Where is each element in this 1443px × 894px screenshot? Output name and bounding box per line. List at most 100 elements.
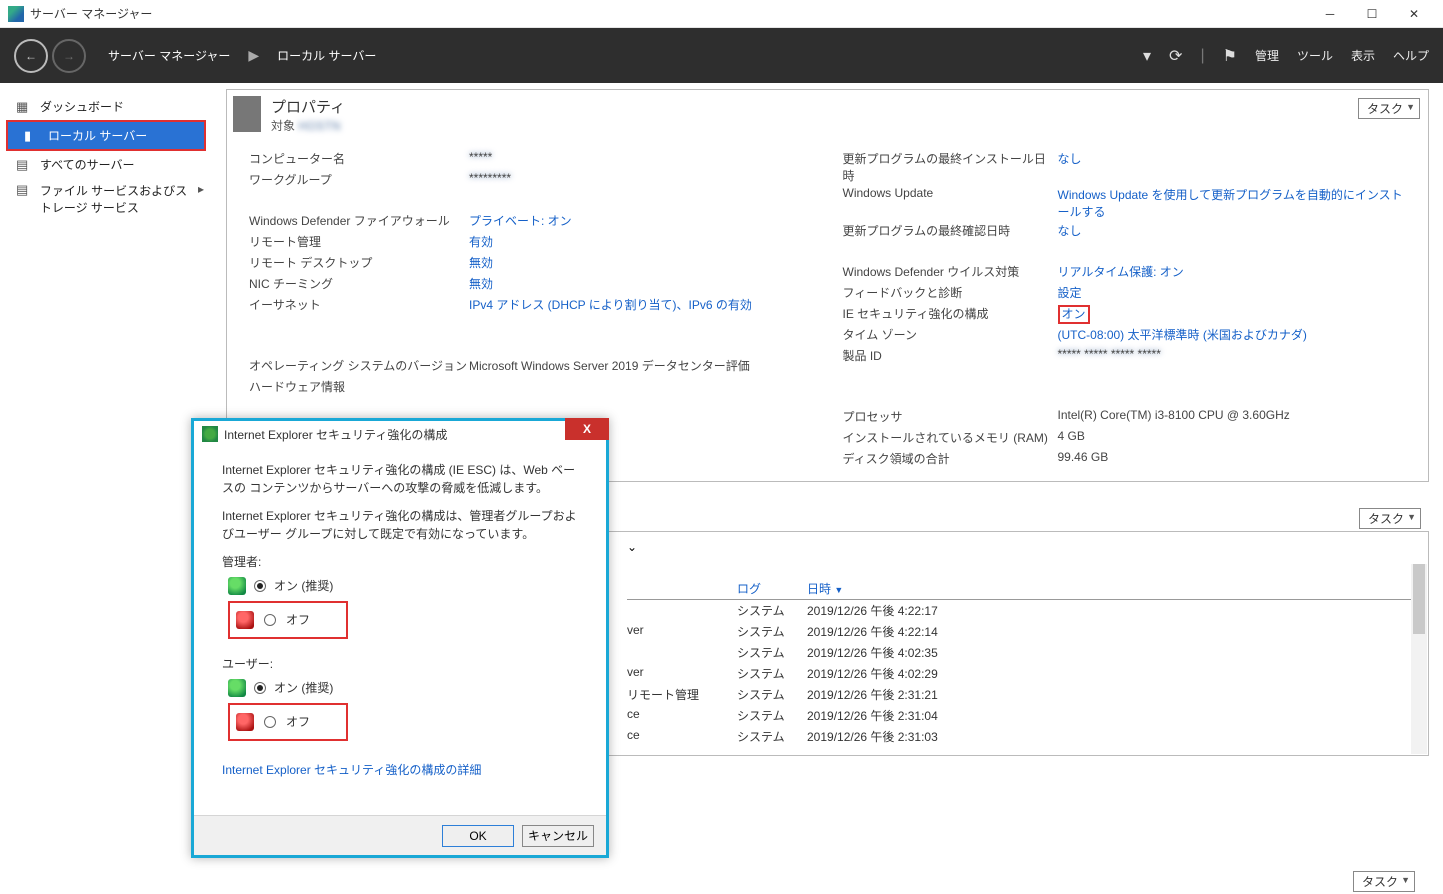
event-row[interactable]: システム2019/12/26 午後 4:22:17 <box>627 600 1416 621</box>
property-value[interactable]: 設定 <box>1058 284 1407 303</box>
property-value[interactable]: 無効 <box>469 254 813 273</box>
sidebar-item-local-server[interactable]: ▮ローカル サーバー <box>8 122 204 149</box>
menu-manage[interactable]: 管理 <box>1255 47 1279 64</box>
tasks-dropdown-events[interactable]: タスク <box>1359 508 1421 529</box>
event-row[interactable]: verシステム2019/12/26 午後 4:22:14 <box>627 621 1416 642</box>
property-row: 製品 ID***** ***** ***** ***** <box>843 347 1407 366</box>
property-value[interactable]: 有効 <box>469 233 813 252</box>
property-value: Microsoft Windows Server 2019 データセンター評価 <box>469 357 813 376</box>
property-label: 更新プログラムの最終確認日時 <box>843 222 1058 241</box>
close-button[interactable]: ✕ <box>1393 1 1435 27</box>
property-label: ハードウェア情報 <box>249 378 469 397</box>
tasks-dropdown[interactable]: タスク <box>1358 98 1420 119</box>
property-label: NIC チーミング <box>249 275 469 294</box>
property-row: リモート管理有効 <box>249 233 813 252</box>
dialog-text-1: Internet Explorer セキュリティ強化の構成 (IE ESC) は… <box>222 461 586 497</box>
event-row[interactable]: verシステム2019/12/26 午後 4:02:29 <box>627 663 1416 684</box>
property-label: 製品 ID <box>843 347 1058 366</box>
property-value: ********* <box>469 171 813 190</box>
radio-admin-on[interactable] <box>254 580 266 592</box>
ie-esc-dialog: Internet Explorer セキュリティ強化の構成 X Internet… <box>191 418 609 858</box>
property-label: タイム ゾーン <box>843 326 1058 345</box>
events-header: ログ 日時 ▼ <box>627 580 1416 600</box>
radio-user-off[interactable] <box>264 716 276 728</box>
menu-help[interactable]: ヘルプ <box>1393 47 1429 64</box>
separator-icon: | <box>1200 47 1204 65</box>
property-value[interactable]: なし <box>1058 222 1407 241</box>
property-label: ワークグループ <box>249 171 469 190</box>
sidebar-item-file-services[interactable]: ▤ファイル サービスおよびストレージ サービス▸ <box>0 178 212 220</box>
dialog-titlebar[interactable]: Internet Explorer セキュリティ強化の構成 <box>194 421 606 447</box>
expand-icon[interactable]: ⌄ <box>627 540 1416 554</box>
shield-red-icon <box>236 713 254 731</box>
sidebar-item-dashboard[interactable]: ▦ダッシュボード <box>0 93 212 120</box>
event-row[interactable]: ceシステム2019/12/26 午後 2:31:04 <box>627 705 1416 726</box>
property-label: ディスク領域の合計 <box>843 450 1058 469</box>
window-title: サーバー マネージャー <box>30 5 1309 22</box>
property-value[interactable]: 無効 <box>469 275 813 294</box>
property-label: Windows Defender ファイアウォール <box>249 212 469 231</box>
refresh-icon[interactable]: ⟳ <box>1169 46 1182 66</box>
maximize-button[interactable]: ☐ <box>1351 1 1393 27</box>
breadcrumb-root[interactable]: サーバー マネージャー <box>108 47 230 64</box>
menu-tools[interactable]: ツール <box>1297 47 1333 64</box>
property-value[interactable]: プライベート: オン <box>469 212 813 231</box>
event-row[interactable]: ceシステム2019/12/26 午後 2:31:03 <box>627 726 1416 747</box>
property-row: Windows Defender ファイアウォールプライベート: オン <box>249 212 813 231</box>
property-value: 4 GB <box>1058 429 1407 448</box>
header-bar: ← → サーバー マネージャー ▶ ローカル サーバー ▾ ⟳ | ⚑ 管理 ツ… <box>0 28 1443 83</box>
property-row: ハードウェア情報 <box>249 378 813 397</box>
nav-back-button[interactable]: ← <box>14 39 48 73</box>
property-value[interactable]: なし <box>1058 150 1407 184</box>
events-col-log[interactable]: ログ <box>737 580 807 597</box>
property-row: Windows UpdateWindows Update を使用して更新プログラ… <box>843 186 1407 220</box>
radio-admin-off[interactable] <box>264 614 276 626</box>
panel-icon <box>233 96 261 132</box>
event-row[interactable]: システム2019/12/26 午後 4:02:35 <box>627 642 1416 663</box>
sidebar-item-all-servers[interactable]: ▤すべてのサーバー <box>0 151 212 178</box>
events-col-source[interactable] <box>627 580 737 597</box>
property-value[interactable]: IPv4 アドレス (DHCP により割り当て)、IPv6 の有効 <box>469 296 813 315</box>
property-label: フィードバックと診断 <box>843 284 1058 303</box>
dialog-title: Internet Explorer セキュリティ強化の構成 <box>224 426 447 443</box>
panel-target-blurred: HOSTN <box>298 119 340 133</box>
property-value: Intel(R) Core(TM) i3-8100 CPU @ 3.60GHz <box>1058 408 1407 427</box>
property-value[interactable]: Windows Update を使用して更新プログラムを自動的にインストールする <box>1058 186 1407 220</box>
cancel-button[interactable]: キャンセル <box>522 825 594 847</box>
scrollbar[interactable] <box>1411 564 1427 754</box>
property-row: 更新プログラムの最終インストール日時なし <box>843 150 1407 184</box>
property-row: オペレーティング システムのバージョンMicrosoft Windows Ser… <box>249 357 813 376</box>
property-row: インストールされているメモリ (RAM)4 GB <box>843 429 1407 448</box>
shield-green-icon <box>228 577 246 595</box>
flag-icon[interactable]: ⚑ <box>1223 46 1237 66</box>
property-label: リモート デスクトップ <box>249 254 469 273</box>
event-row[interactable]: リモート管理システム2019/12/26 午後 2:31:21 <box>627 684 1416 705</box>
ok-button[interactable]: OK <box>442 825 514 847</box>
nav-forward-button[interactable]: → <box>52 39 86 73</box>
tasks-dropdown-bottom[interactable]: タスク <box>1353 871 1415 892</box>
window-titlebar: サーバー マネージャー ─ ☐ ✕ <box>0 0 1443 28</box>
properties-right-col: 更新プログラムの最終インストール日時なしWindows UpdateWindow… <box>843 150 1407 469</box>
minimize-button[interactable]: ─ <box>1309 1 1351 27</box>
property-row: イーサネットIPv4 アドレス (DHCP により割り当て)、IPv6 の有効 <box>249 296 813 315</box>
user-on-row[interactable]: オン (推奨) <box>222 679 586 697</box>
dialog-close-button[interactable]: X <box>565 418 609 440</box>
admin-on-row[interactable]: オン (推奨) <box>222 577 586 595</box>
admin-label: 管理者: <box>222 553 586 571</box>
property-row: IE セキュリティ強化の構成オン <box>843 305 1407 324</box>
events-col-datetime[interactable]: 日時 ▼ <box>807 580 1007 597</box>
radio-user-on[interactable] <box>254 682 266 694</box>
scrollbar-thumb[interactable] <box>1413 564 1425 634</box>
dashboard-icon: ▦ <box>16 99 30 115</box>
property-value: ***** ***** ***** ***** <box>1058 347 1407 366</box>
dialog-details-link[interactable]: Internet Explorer セキュリティ強化の構成の詳細 <box>222 761 481 779</box>
property-value[interactable]: リアルタイム保護: オン <box>1058 263 1407 282</box>
property-label: Windows Defender ウイルス対策 <box>843 263 1058 282</box>
user-label: ユーザー: <box>222 655 586 673</box>
property-value[interactable]: オン <box>1058 305 1407 324</box>
menu-view[interactable]: 表示 <box>1351 47 1375 64</box>
sidebar: ▦ダッシュボード ▮ローカル サーバー ▤すべてのサーバー ▤ファイル サービス… <box>0 83 212 894</box>
property-value[interactable]: (UTC-08:00) 太平洋標準時 (米国およびカナダ) <box>1058 326 1407 345</box>
property-label: コンピューター名 <box>249 150 469 169</box>
dropdown-icon[interactable]: ▾ <box>1143 46 1151 66</box>
